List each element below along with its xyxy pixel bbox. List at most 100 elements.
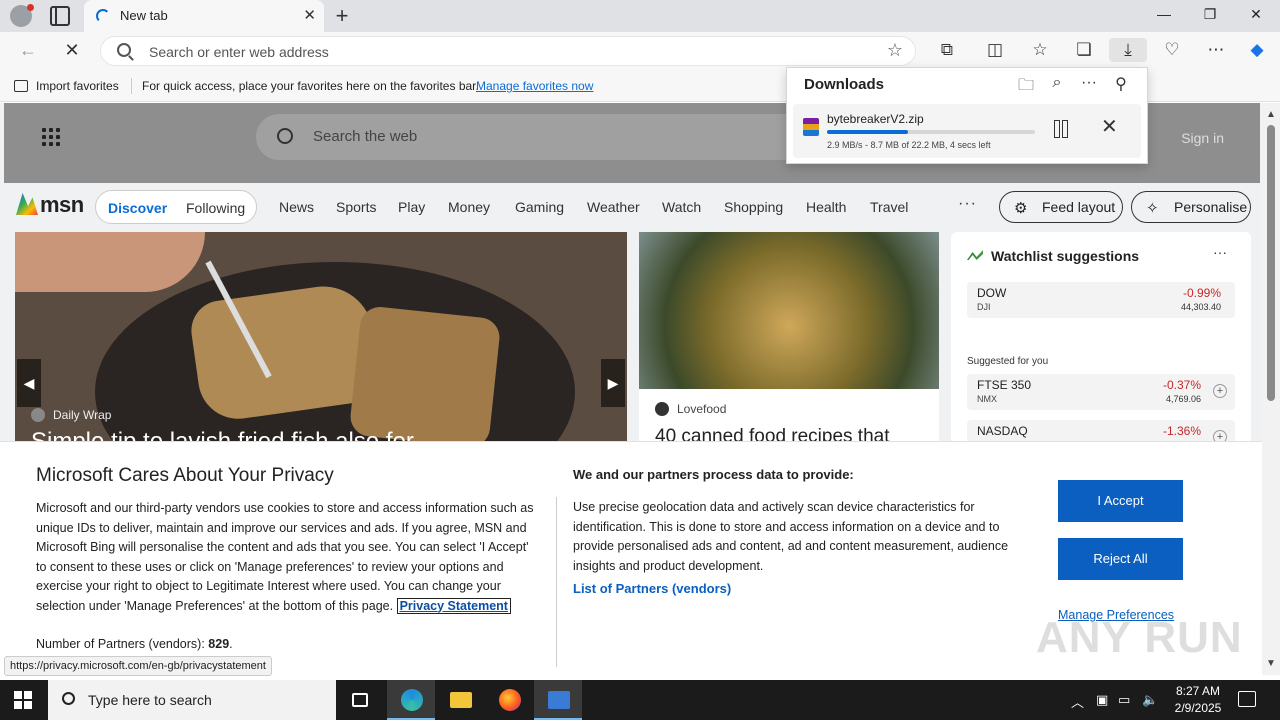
installer-app-icon[interactable] [534, 680, 582, 720]
reject-all-button[interactable]: Reject All [1058, 538, 1183, 580]
feed-layout-button[interactable]: ⚙ Feed layout [999, 191, 1123, 223]
sign-in-link[interactable]: Sign in [1181, 130, 1224, 146]
tab-strip: New tab ✕ + ― ❐ ✕ [0, 0, 1280, 32]
network-tray-icon[interactable]: ▭ [1118, 692, 1130, 708]
show-hidden-icons[interactable]: ︿ [1071, 692, 1084, 711]
browser-essentials-icon[interactable]: ♡ [1160, 38, 1184, 62]
personalise-button[interactable]: ✧ Personalise [1131, 191, 1251, 223]
news-card-featured[interactable]: ◀ ▶ Daily Wrap Simple tip to lavish frie… [15, 232, 627, 441]
extensions-icon[interactable]: ⧉ [935, 38, 959, 62]
nav-news[interactable]: News [279, 199, 314, 215]
nav-more-icon[interactable]: ··· [958, 195, 977, 213]
zip-file-icon [803, 118, 819, 136]
minimize-button[interactable]: ― [1141, 6, 1187, 22]
msn-logo[interactable]: msn [16, 192, 84, 218]
search-downloads-icon[interactable]: ⌕ [1046, 74, 1068, 92]
partners-list-link[interactable]: List of Partners (vendors) [573, 581, 731, 596]
nav-health[interactable]: Health [806, 199, 846, 215]
address-input[interactable]: Search or enter web address [149, 44, 329, 60]
add-stock-icon[interactable]: + [1213, 384, 1227, 398]
news-card[interactable]: Lovefood 40 canned food recipes that [639, 232, 939, 441]
tab-discover[interactable]: Discover [108, 200, 167, 216]
download-progress-fill [827, 130, 909, 134]
firefox-icon[interactable] [485, 680, 533, 720]
copilot-icon[interactable]: ◆ [1245, 38, 1269, 62]
web-search-box[interactable]: Search the web [256, 114, 816, 160]
privacy-statement-link[interactable]: Privacy Statement [396, 597, 511, 614]
tab-actions-icon[interactable] [50, 6, 70, 26]
carousel-prev-button[interactable]: ◀ [17, 359, 41, 407]
tab-new-tab[interactable]: New tab ✕ [84, 0, 324, 32]
volume-tray-icon[interactable]: 🔈 [1142, 692, 1158, 708]
back-button[interactable]: ← [16, 40, 40, 61]
feed-layout-label: Feed layout [1042, 199, 1116, 215]
privacy-title: Microsoft Cares About Your Privacy [36, 465, 334, 486]
pause-icon[interactable] [1051, 118, 1071, 138]
card-headline[interactable]: Simple tip to lavish fried fish also for… [31, 428, 433, 441]
stock-symbol: NMX [977, 394, 997, 404]
add-stock-icon[interactable]: + [1213, 430, 1227, 441]
nav-weather[interactable]: Weather [587, 199, 640, 215]
privacy-body-text: Microsoft and our third-party vendors us… [36, 501, 534, 613]
page-scrollbar[interactable]: ▲ ▼ [1262, 103, 1280, 675]
windows-start-icon[interactable] [14, 691, 32, 709]
stock-name: DOW [977, 286, 1007, 300]
stock-row[interactable]: NASDAQ -1.36% + [967, 420, 1235, 441]
settings-more-icon[interactable]: ⋯ [1204, 38, 1228, 62]
status-bar-url: https://privacy.microsoft.com/en-gb/priv… [4, 656, 272, 676]
scroll-down-icon[interactable]: ▼ [1266, 658, 1276, 669]
nav-shopping[interactable]: Shopping [724, 199, 783, 215]
manage-favorites-link[interactable]: Manage favorites now [476, 79, 593, 93]
card-headline[interactable]: 40 canned food recipes that [655, 426, 890, 441]
downloads-icon[interactable]: ⤓ [1109, 38, 1147, 62]
favorites-info-text: For quick access, place your favorites h… [142, 79, 479, 93]
cancel-download-icon[interactable]: ✕ [1101, 114, 1118, 139]
web-search-input[interactable]: Search the web [313, 128, 417, 145]
clock-time: 8:27 AM [1175, 684, 1221, 698]
file-explorer-icon[interactable] [436, 680, 484, 720]
watchlist-title: Watchlist suggestions [991, 248, 1140, 264]
accept-button[interactable]: I Accept [1058, 480, 1183, 522]
scroll-thumb[interactable] [1267, 125, 1275, 401]
tab-following[interactable]: Following [186, 200, 245, 216]
collections-icon[interactable]: ❏ [1072, 38, 1096, 62]
card-image [639, 232, 939, 389]
open-folder-icon[interactable]: 🗀 [1015, 74, 1037, 101]
stop-loading-button[interactable]: ✕ [60, 40, 84, 61]
notification-icon[interactable] [1238, 691, 1256, 707]
stock-row[interactable]: FTSE 350 NMX -0.37% 4,769.06 + [967, 374, 1235, 410]
taskbar-search-input[interactable]: Type here to search [88, 692, 212, 708]
more-options-icon[interactable]: ··· [1078, 74, 1100, 92]
restore-button[interactable]: ❐ [1187, 6, 1233, 23]
stock-row[interactable]: DOW DJI -0.99% 44,303.40 [967, 282, 1235, 318]
tab-close-icon[interactable]: ✕ [303, 6, 316, 24]
task-view-icon[interactable] [336, 680, 384, 720]
card-source-label: Lovefood [677, 402, 727, 416]
profile-avatar-icon[interactable] [10, 4, 34, 27]
nav-gaming[interactable]: Gaming [515, 199, 564, 215]
favorites-icon[interactable]: ☆ [1028, 38, 1052, 62]
new-tab-button[interactable]: + [330, 3, 354, 29]
import-favorites-button[interactable]: Import favorites [14, 79, 119, 93]
nav-play[interactable]: Play [398, 199, 425, 215]
carousel-next-button[interactable]: ▶ [601, 359, 625, 407]
pin-icon[interactable]: ⚲ [1110, 74, 1132, 94]
taskbar-clock[interactable]: 8:27 AM 2/9/2025 [1163, 683, 1233, 717]
taskbar-search[interactable]: Type here to search [48, 680, 336, 720]
close-window-button[interactable]: ✕ [1233, 6, 1279, 23]
watchlist-more-icon[interactable]: ··· [1213, 244, 1227, 260]
favorite-star-icon[interactable]: ☆ [887, 40, 903, 61]
scroll-up-icon[interactable]: ▲ [1266, 109, 1276, 120]
address-bar[interactable]: Search or enter web address ☆ [100, 36, 916, 66]
nav-travel[interactable]: Travel [870, 199, 908, 215]
usb-tray-icon[interactable]: ▣ [1096, 692, 1108, 708]
suggested-label: Suggested for you [967, 356, 1049, 367]
edge-taskbar-icon[interactable] [387, 680, 435, 720]
split-screen-icon[interactable]: ◫ [983, 38, 1007, 62]
app-launcher-icon[interactable] [42, 128, 60, 146]
download-filename[interactable]: bytebreakerV2.zip [827, 112, 924, 126]
nav-sports[interactable]: Sports [336, 199, 376, 215]
nav-money[interactable]: Money [448, 199, 490, 215]
nav-watch[interactable]: Watch [662, 199, 701, 215]
download-item[interactable]: bytebreakerV2.zip 2.9 MB/s - 8.7 MB of 2… [793, 104, 1141, 158]
